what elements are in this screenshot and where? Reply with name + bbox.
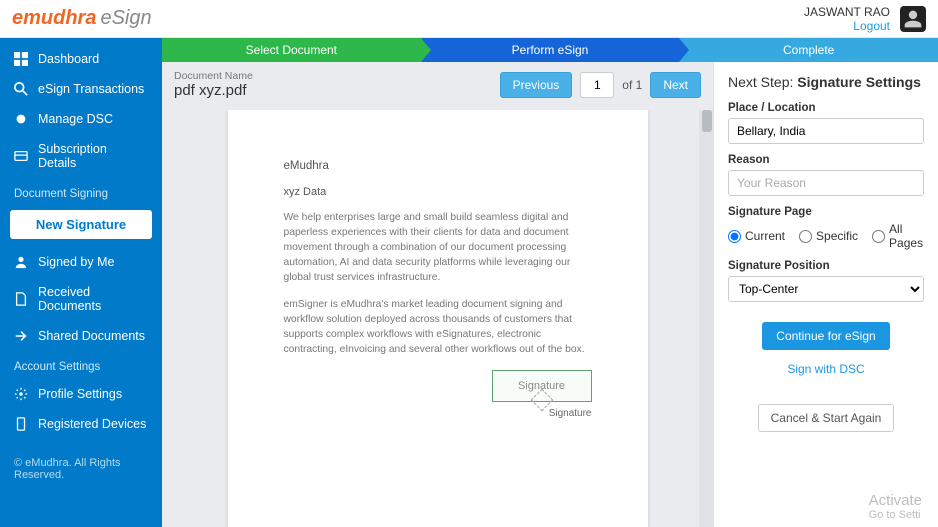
section-account-settings: Account Settings [0, 351, 162, 379]
place-input[interactable] [728, 118, 924, 144]
signature-position-select[interactable]: Top-Center [728, 276, 924, 302]
sidebar-item-label: eSign Transactions [38, 82, 144, 96]
reason-input[interactable] [728, 170, 924, 196]
signature-page-label: Signature Page [728, 206, 924, 218]
page-paragraph-1: We help enterprises large and small buil… [284, 210, 592, 285]
sidebar-item-registered-devices[interactable]: Registered Devices [0, 409, 162, 439]
copyright-text: © eMudhra. All Rights Reserved. [0, 439, 162, 499]
sign-with-dsc-link[interactable]: Sign with DSC [728, 362, 924, 376]
radio-specific[interactable]: Specific [799, 229, 858, 243]
settings-title: Next Step: Signature Settings [728, 74, 924, 90]
sidebar-item-label: Registered Devices [38, 417, 146, 431]
share-icon [14, 329, 28, 343]
user-block: JASWANT RAO Logout [804, 5, 926, 33]
document-pane: Document Name pdf xyz.pdf Previous of 1 … [162, 62, 713, 527]
dashboard-icon [14, 52, 28, 66]
next-page-button[interactable]: Next [650, 72, 701, 98]
sidebar-item-received-documents[interactable]: Received Documents [0, 277, 162, 321]
sidebar-item-subscription[interactable]: Subscription Details [0, 134, 162, 178]
place-label: Place / Location [728, 102, 924, 114]
document-page: eMudhra xyz Data We help enterprises lar… [228, 110, 648, 527]
reason-label: Reason [728, 154, 924, 166]
section-document-signing: Document Signing [0, 178, 162, 206]
username-label: JASWANT RAO [804, 5, 890, 19]
sidebar-item-label: Profile Settings [38, 387, 122, 401]
scrollbar[interactable] [699, 110, 713, 527]
page-of-label: of 1 [622, 78, 642, 92]
sidebar-item-label: Received Documents [38, 285, 148, 313]
doc-name-label: Document Name [174, 70, 492, 82]
sidebar-item-signed-by-me[interactable]: Signed by Me [0, 247, 162, 277]
progress-stepper: Select Document Perform eSign Complete [162, 38, 938, 62]
device-icon [14, 417, 28, 431]
step-complete[interactable]: Complete [679, 38, 938, 62]
sidebar-item-label: Manage DSC [38, 112, 113, 126]
radio-current[interactable]: Current [728, 229, 785, 243]
logo-brand: emudhra [12, 7, 96, 29]
radio-all-pages[interactable]: All Pages [872, 222, 924, 250]
sidebar-item-label: Subscription Details [38, 142, 148, 170]
continue-esign-button[interactable]: Continue for eSign [762, 322, 889, 350]
logo-product: eSign [100, 7, 151, 29]
cancel-restart-button[interactable]: Cancel & Start Again [758, 404, 895, 432]
sidebar: Dashboard eSign Transactions Manage DSC … [0, 38, 162, 527]
page-subtitle: xyz Data [284, 186, 592, 198]
signature-page-radios: Current Specific All Pages [728, 222, 924, 250]
signature-caption: Signature [549, 408, 592, 419]
scrollbar-thumb[interactable] [702, 110, 712, 132]
signature-position-label: Signature Position [728, 260, 924, 272]
doc-filename: pdf xyz.pdf [174, 82, 492, 99]
search-icon [14, 82, 28, 96]
sidebar-item-manage-dsc[interactable]: Manage DSC [0, 104, 162, 134]
sidebar-item-profile-settings[interactable]: Profile Settings [0, 379, 162, 409]
page-brand: eMudhra [284, 160, 592, 172]
document-toolbar: Document Name pdf xyz.pdf Previous of 1 … [162, 62, 713, 105]
sidebar-item-dashboard[interactable]: Dashboard [0, 44, 162, 74]
sidebar-item-esign-transactions[interactable]: eSign Transactions [0, 74, 162, 104]
app-header: emudhraeSign JASWANT RAO Logout [0, 0, 938, 38]
page-number-input[interactable] [580, 72, 614, 98]
avatar-icon[interactable] [900, 6, 926, 32]
sidebar-item-shared-documents[interactable]: Shared Documents [0, 321, 162, 351]
logout-link[interactable]: Logout [804, 19, 890, 33]
sidebar-item-label: Shared Documents [38, 329, 145, 343]
sidebar-item-label: Signed by Me [38, 255, 114, 269]
sidebar-item-label: Dashboard [38, 52, 99, 66]
app-logo: emudhraeSign [12, 7, 152, 30]
page-paragraph-2: emSigner is eMudhra's market leading doc… [284, 297, 592, 357]
card-icon [14, 149, 28, 163]
document-viewport[interactable]: eMudhra xyz Data We help enterprises lar… [194, 110, 681, 527]
previous-page-button[interactable]: Previous [500, 72, 573, 98]
dot-icon [14, 112, 28, 126]
content-area: Select Document Perform eSign Complete D… [162, 38, 938, 527]
step-perform-esign[interactable]: Perform eSign [421, 38, 680, 62]
settings-pane: Next Step: Signature Settings Place / Lo… [713, 62, 938, 527]
user-icon [14, 255, 28, 269]
document-icon [14, 292, 28, 306]
settings-icon [14, 387, 28, 401]
new-signature-button[interactable]: New Signature [10, 210, 152, 239]
signature-placeholder[interactable]: Signature [492, 370, 592, 402]
step-select-document[interactable]: Select Document [162, 38, 421, 62]
